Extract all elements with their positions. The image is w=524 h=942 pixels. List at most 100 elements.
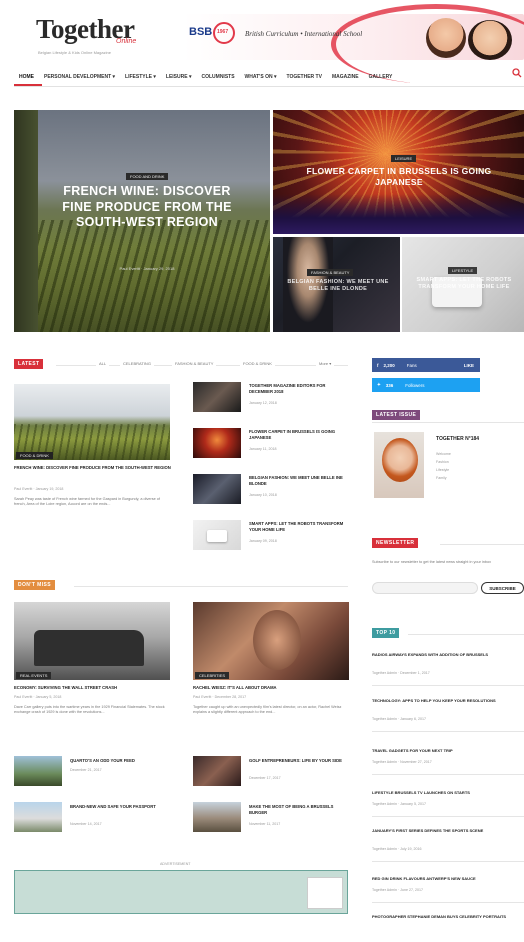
issue-title[interactable]: TOGETHER N°184 [436, 436, 479, 443]
top-item-title[interactable]: TRAVEL GADGETS FOR YOUR NEXT TRIP [372, 748, 522, 753]
list-thumb[interactable] [193, 382, 241, 412]
issue-line: Welcome [436, 452, 451, 456]
feature-meta: Paul Everitt · January 19, 2018 [14, 487, 64, 491]
latest-label: LATEST [14, 359, 44, 369]
hero-tag-lifestyle[interactable]: LIFESTYLE [448, 267, 478, 274]
top-item-meta: Together Admin · June 27, 2017 [372, 888, 423, 892]
filter-food-drink[interactable]: FOOD & DRINK [240, 361, 275, 366]
item-divider [372, 861, 524, 862]
advert-banner[interactable] [14, 870, 348, 914]
twitter-action: Followers [405, 382, 425, 388]
newsletter-email-input[interactable] [372, 582, 478, 594]
subscribe-button[interactable]: SUBSCRIBE [481, 582, 524, 594]
small-title[interactable]: GOLF ENTREPRENEURS: LIFE BY YOUR SIDE [249, 758, 349, 764]
hero-card-smart-apps[interactable]: LIFESTYLE SMART APPS: LET THE ROBOTS TRA… [402, 237, 524, 332]
nav-divider [14, 86, 524, 87]
hero-title-flower-carpet[interactable]: FLOWER CARPET IN BRUSSELS IS GOING JAPAN… [289, 166, 509, 188]
list-meta: January 09, 2018 [249, 539, 277, 543]
child-face [426, 18, 466, 58]
small-meta: December 17, 2017 [249, 776, 281, 780]
list-thumb[interactable] [193, 520, 241, 550]
feature-title[interactable]: FRENCH WINE: DISCOVER FINE PRODUCE FROM … [14, 465, 172, 471]
small-thumb[interactable] [14, 802, 62, 832]
banner-badge: 1967 [217, 29, 229, 35]
hero-card-belgian-fashion[interactable]: FASHION & BEAUTY BELGIAN FASHION: WE MEE… [273, 237, 400, 332]
hero-main-card[interactable]: FOOD AND DRINK FRENCH WINE: DISCOVER FIN… [14, 110, 270, 332]
nav-leisure[interactable]: LEISURE ▾ [161, 74, 197, 80]
nav-personal-development[interactable]: PERSONAL DEVELOPMENT ▾ [39, 74, 120, 80]
top-item-title[interactable]: PHOTOGRAPHER STEPHANIE DEMAN BUYS CELEBR… [372, 914, 522, 919]
cover-portrait [382, 438, 418, 482]
dont-miss-title[interactable]: ECONOMY: SURVIVING THE WALL STREET CRASH [14, 685, 172, 691]
hero-card-flower-carpet[interactable]: LEISURE FLOWER CARPET IN BRUSSELS IS GOI… [273, 110, 524, 234]
hero-title-smart-apps[interactable]: SMART APPS: LET THE ROBOTS TRANSFORM YOU… [412, 277, 516, 291]
filter-all[interactable]: ALL [96, 361, 110, 366]
top-item-title[interactable]: TECHNOLOGY: APPS TO HELP YOU KEEP YOUR R… [372, 698, 522, 703]
nav-gallery[interactable]: GALLERY [364, 74, 398, 80]
top-item-title[interactable]: RADIOS AIRWAYS EXPANDS WITH ADDITION OF … [372, 652, 522, 657]
dont-miss-excerpt: Together caught up with an unexpectedly … [193, 705, 342, 715]
top-item-title[interactable]: LIFESTYLE BRUSSELS TV LAUNCHES ON STARTS [372, 790, 522, 795]
facebook-like[interactable]: LIKE [464, 363, 480, 368]
site-tagline: Belgian Lifestyle & Kids Online Magazine [38, 50, 111, 55]
nav-home[interactable]: HOME [14, 74, 39, 80]
header-banner-ad[interactable]: BSB 1967 British Curriculum • Internatio… [183, 4, 524, 84]
top-item-title[interactable]: JANUARY'S FIRST SERIES DEFINES THE SPORT… [372, 828, 522, 833]
device-image [207, 530, 227, 542]
small-meta: November 14, 2017 [70, 822, 102, 826]
small-meta: December 21, 2017 [70, 768, 102, 772]
small-title[interactable]: QUARTO'S AN ODD YOUR FEED [70, 758, 170, 764]
filter-more[interactable]: More ▾ [316, 361, 335, 366]
hero-tag-leisure[interactable]: LEISURE [391, 155, 417, 162]
latest-issue-label: LATEST ISSUE [372, 410, 421, 420]
logo-subtitle: Online [116, 38, 137, 45]
nav-together-tv[interactable]: TOGETHER TV [281, 74, 326, 80]
list-meta: January 11, 2018 [249, 447, 277, 451]
small-thumb[interactable] [193, 802, 241, 832]
item-divider [372, 816, 524, 817]
list-title[interactable]: BELGIAN FASHION: WE MEET UNE BELLE INE B… [249, 475, 349, 486]
top-item-meta: Together Admin · January 5, 2017 [372, 802, 426, 806]
hero-tag-fashion[interactable]: FASHION & BEAUTY [307, 269, 354, 276]
hero-main-title[interactable]: FRENCH WINE: DISCOVER FINE PRODUCE FROM … [62, 184, 232, 231]
child-face [468, 20, 512, 60]
square-image [273, 194, 524, 234]
nav-lifestyle[interactable]: LIFESTYLE ▾ [120, 74, 161, 80]
dont-miss-meta: Paul Everitt · December 28, 2017 [193, 695, 247, 699]
feature-badge[interactable]: Food & drink [16, 452, 53, 459]
item-divider [372, 685, 524, 686]
dont-miss-badge[interactable]: Celebrities [195, 672, 230, 679]
list-thumb[interactable] [193, 474, 241, 504]
twitter-follow-button[interactable]: ✦ 336 Followers [372, 378, 480, 392]
dont-miss-image-drama[interactable]: Celebrities [193, 602, 349, 680]
nav-columnists[interactable]: COLUMNISTS [196, 74, 239, 80]
dont-miss-image-crash[interactable]: Real Events [14, 602, 170, 680]
dont-miss-meta: Paul Everitt · January 5, 2018 [14, 695, 62, 699]
list-meta: January 12, 2018 [249, 401, 277, 405]
dont-miss-title[interactable]: RACHEL WEISZ: IT'S ALL ABOUT DRAMA [193, 685, 351, 691]
small-title[interactable]: BRAND-NEW AND SAFE YOUR PASSPORT [70, 804, 170, 810]
nav-whats-on[interactable]: WHAT'S ON ▾ [240, 74, 282, 80]
newsletter-text: Subscribe to our newsletter to get the l… [372, 560, 492, 564]
banner-badge-circle: 1967 [213, 22, 235, 44]
vintage-car [34, 630, 144, 666]
list-thumb[interactable] [193, 428, 241, 458]
dont-miss-badge[interactable]: Real Events [16, 672, 52, 679]
search-icon[interactable] [512, 68, 522, 78]
nav-magazine[interactable]: MAGAZINE [327, 74, 364, 80]
facebook-follow-button[interactable]: f 2,200 Fans LIKE [372, 358, 480, 372]
magazine-cover[interactable] [374, 432, 424, 498]
section-rule [372, 422, 524, 423]
small-thumb[interactable] [14, 756, 62, 786]
list-title[interactable]: SMART APPS: LET THE ROBOTS TRANSFORM YOU… [249, 521, 349, 532]
small-thumb[interactable] [193, 756, 241, 786]
hero-title-belgian-fashion[interactable]: BELGIAN FASHION: WE MEET UNE BELLE INE D… [283, 279, 393, 293]
hero-main-tag[interactable]: FOOD AND DRINK [126, 173, 169, 180]
filter-fashion-beauty[interactable]: FASHION & BEAUTY [172, 361, 217, 366]
list-title[interactable]: TOGETHER MAGAZINE EDITORS FOR DECEMBER 2… [249, 383, 349, 394]
top-item-title[interactable]: RED GIN DRINK FLAVOURS ANTWERP'S NEW SAU… [372, 876, 522, 881]
filter-celebrating[interactable]: CELEBRATING [120, 361, 154, 366]
small-title[interactable]: MAKE THE MOST OF BEING A BRUSSELS BURGER [249, 804, 349, 815]
latest-feature-image[interactable]: Food & drink [14, 384, 170, 460]
list-title[interactable]: FLOWER CARPET IN BRUSSELS IS GOING JAPAN… [249, 429, 349, 440]
